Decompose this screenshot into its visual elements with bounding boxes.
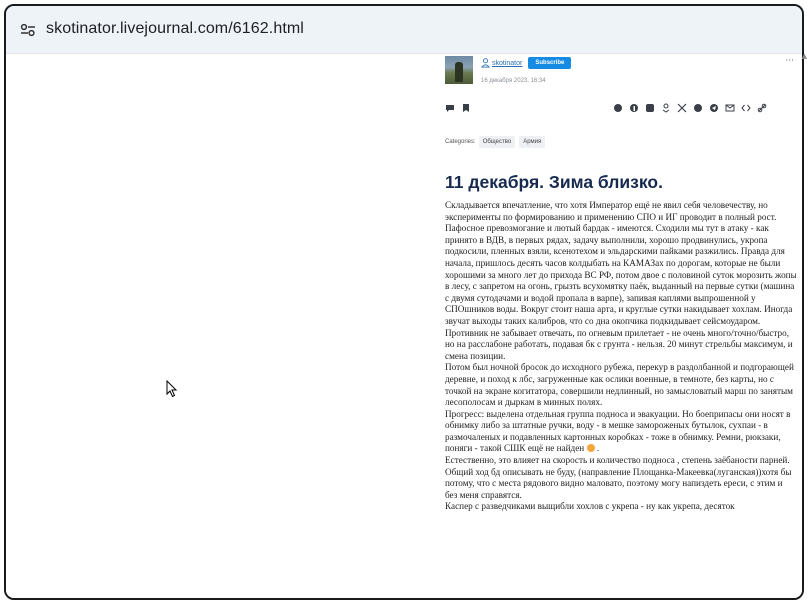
url-text[interactable]: skotinator.livejournal.com/6162.html [46,20,304,38]
journal-post: skotinator Subscribe 16 декабря 2023, 16… [441,50,796,596]
post-title: 11 декабря. Зима близко. [445,172,663,192]
category-tag[interactable]: Армия [519,136,546,148]
post-paragraph: Прогресс: выделена отдельная группа подн… [445,408,791,454]
user-icon [481,58,490,68]
smile-emoji-icon [586,444,595,453]
more-options-icon[interactable]: ··· [785,56,794,66]
category-tag[interactable]: Общество [478,136,516,148]
username-link[interactable]: skotinator [492,60,522,67]
subscribe-button[interactable]: Subscribe [528,57,572,69]
embed-code-icon[interactable] [741,103,751,113]
link-icon[interactable] [757,103,767,113]
whatsapp-icon[interactable] [693,103,703,113]
vk-icon[interactable] [645,103,655,113]
post-categories: Categories: Общество Армия [445,136,549,148]
author-line: skotinator Subscribe [481,57,572,69]
scroll-up-arrow-icon[interactable]: ▲ [802,52,807,60]
post-body: Складывается впечатление, что хотя Импер… [445,200,796,513]
avatar[interactable] [445,56,473,84]
comment-icon[interactable] [445,103,455,113]
post-paragraph: Потом был ночной бросок до исходного руб… [445,362,794,408]
x-twitter-icon[interactable] [677,103,687,113]
post-paragraph: Общий ход бд описывать не буду, (направл… [445,466,792,500]
post-paragraph: Складывается впечатление, что хотя Импер… [445,200,796,361]
post-actions-bar [441,100,796,118]
telegram-icon[interactable] [709,103,719,113]
facebook-icon[interactable] [629,103,639,113]
mouse-cursor-icon [166,379,178,402]
tune-icon[interactable] [16,18,40,42]
address-bar[interactable]: skotinator.livejournal.com/6162.html [6,6,802,54]
categories-label: Categories: [445,139,476,145]
email-icon[interactable] [725,103,735,113]
bookmark-icon[interactable] [461,103,471,113]
share-livejournal-icon[interactable] [613,103,623,113]
post-paragraph: Каспер с разведчиками выщибли хохлов с у… [445,501,735,512]
odnoklassniki-icon[interactable] [661,103,671,113]
post-date: 16 декабря 2023, 16:34 [481,78,546,84]
post-paragraph: Естественно, это влияет на скорость и ко… [445,455,790,466]
